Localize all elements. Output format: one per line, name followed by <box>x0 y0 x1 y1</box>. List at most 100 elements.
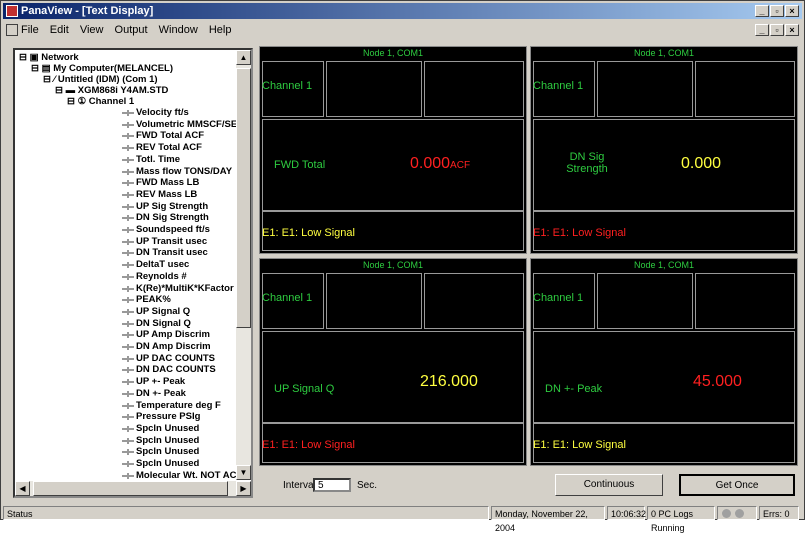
empty-box <box>695 61 795 117</box>
mdi-close-button[interactable]: × <box>785 24 799 36</box>
continuous-button[interactable]: Continuous <box>555 474 663 496</box>
meter-icon: ⊟ ▬ <box>55 85 78 96</box>
tree-item[interactable]: UP Transit usec <box>136 236 207 247</box>
tree-item[interactable]: DN Signal Q <box>136 318 191 329</box>
menu-file[interactable]: File <box>21 24 39 36</box>
panel-header: Node 1, COM1 <box>362 48 424 58</box>
restore-button[interactable]: ▫ <box>770 5 784 17</box>
tree-item[interactable]: Volumetric MMSCF/SE <box>136 119 237 130</box>
tree-item[interactable]: Spcln Unused <box>136 423 199 434</box>
tree-computer[interactable]: ⊟ ▤ My Computer(MELANCEL) <box>31 63 173 74</box>
tree-item[interactable]: DN Sig Strength <box>136 212 209 223</box>
tree-node-icon <box>122 297 134 304</box>
scroll-thumb[interactable] <box>236 68 251 328</box>
display-panel-1[interactable]: Node 1, COM1 Channel 1 FWD Total 0.000ACF E1… <box>259 46 527 254</box>
tree-item[interactable]: Pressure PSIg <box>136 411 200 422</box>
menu-help[interactable]: Help <box>209 24 232 36</box>
measurement-label: DN Sig Strength <box>566 151 608 175</box>
empty-box <box>597 273 693 329</box>
control-bar: Interval: 5 Sec. Continuous Get Once <box>259 469 800 503</box>
tree-node-icon <box>122 121 134 128</box>
tree-item[interactable]: DeltaT usec <box>136 259 189 270</box>
measurement-box <box>533 331 795 423</box>
status-indicators <box>717 506 757 520</box>
tree-node-icon <box>122 367 134 374</box>
error-message: E1: E1: Low Signal <box>262 439 355 451</box>
tree-node-icon <box>122 344 134 350</box>
tree-node-icon <box>122 168 134 175</box>
tree-node-icon <box>122 215 134 222</box>
get-once-button[interactable]: Get Once <box>679 474 795 496</box>
tree-item[interactable]: UP Sig Strength <box>136 201 208 212</box>
tree-item[interactable]: UP Amp Discrim <box>136 329 210 340</box>
tree-node-icon <box>122 425 134 432</box>
tree-item[interactable]: Molecular Wt. NOT AC <box>136 470 236 481</box>
tree-item[interactable]: DN Transit usec <box>136 247 208 258</box>
scroll-down-arrow-icon[interactable]: ▼ <box>236 465 251 480</box>
tree-node-icon <box>122 180 134 187</box>
tree-network[interactable]: ⊟ ▣ Network <box>19 52 79 63</box>
scroll-left-arrow-icon[interactable]: ◀ <box>15 481 30 496</box>
tree-channel[interactable]: ⊟ ① Channel 1 <box>67 96 134 107</box>
tree-node-icon <box>122 156 134 163</box>
measurement-value: 216.000 <box>420 373 478 390</box>
tree-item[interactable]: Totl. Time <box>136 154 180 165</box>
tree-item[interactable]: REV Mass LB <box>136 189 197 200</box>
tree-node-icon <box>122 308 134 315</box>
menu-output[interactable]: Output <box>115 24 148 36</box>
tree-item[interactable]: FWD Mass LB <box>136 177 199 188</box>
empty-box <box>326 273 422 329</box>
tree-item[interactable]: DN +- Peak <box>136 388 186 399</box>
document-icon[interactable] <box>6 24 18 36</box>
tree-node-icon <box>122 461 134 467</box>
tree-item[interactable]: DN DAC COUNTS <box>136 364 216 375</box>
tree-item[interactable]: Soundspeed ft/s <box>136 224 210 235</box>
tree-item[interactable]: Mass flow TONS/DAY <box>136 166 232 177</box>
menu-window[interactable]: Window <box>159 24 198 36</box>
tree-item[interactable]: DN Amp Discrim <box>136 341 211 352</box>
hscroll-thumb[interactable] <box>33 481 228 496</box>
minimize-button[interactable]: _ <box>755 5 769 17</box>
mdi-restore-button[interactable]: ▫ <box>770 24 784 36</box>
tree-item[interactable]: Temperature deg F <box>136 400 221 411</box>
scroll-up-arrow-icon[interactable]: ▲ <box>236 50 251 65</box>
tree-item[interactable]: UP Signal Q <box>136 306 190 317</box>
tree-item[interactable]: K(Re)*MultiK*KFactor <box>136 283 234 294</box>
panel-header: Node 1, COM1 <box>362 260 424 270</box>
horizontal-scrollbar[interactable]: ◀ ▶ <box>15 481 251 496</box>
tree-node-icon <box>122 133 134 140</box>
tree-item[interactable]: Spcln Unused <box>136 458 199 469</box>
empty-box <box>326 61 422 117</box>
menu-edit[interactable]: Edit <box>50 24 69 36</box>
close-button[interactable]: × <box>785 5 799 17</box>
tree-item[interactable]: Spcln Unused <box>136 446 199 457</box>
tree-meter[interactable]: ⊟ ▬ XGM868i Y4AM.STD <box>55 85 168 96</box>
tree-item[interactable]: Velocity ft/s <box>136 107 189 118</box>
menu-view[interactable]: View <box>80 24 104 36</box>
scroll-right-arrow-icon[interactable]: ▶ <box>236 481 251 496</box>
tree-item[interactable]: PEAK% <box>136 294 171 305</box>
display-panel-4[interactable]: Node 1, COM1 Channel 1 DN +- Peak 45.000 E1:… <box>530 258 798 466</box>
tree-untitled[interactable]: ⊟ ⁄ Untitled (IDM) (Com 1) <box>43 74 158 85</box>
tree-node-icon <box>122 355 134 362</box>
vertical-scrollbar[interactable]: ▲ ▼ <box>236 50 251 480</box>
empty-box <box>424 273 524 329</box>
display-panel-2[interactable]: Node 1, COM1 Channel 1 DN Sig Strength 0.00… <box>530 46 798 254</box>
error-message: E1: E1: Low Signal <box>262 227 355 239</box>
measurement-label: UP Signal Q <box>274 383 335 395</box>
tree-node-icon <box>122 273 134 280</box>
tree-item[interactable]: UP DAC COUNTS <box>136 353 215 364</box>
mdi-minimize-button[interactable]: _ <box>755 24 769 36</box>
window-title: PanaView - [Text Display] <box>21 5 154 17</box>
tree-item[interactable]: Spcln Unused <box>136 435 199 446</box>
channel-label: Channel 1 <box>262 292 313 304</box>
tree-node-icon <box>122 320 134 327</box>
display-panel-3[interactable]: Node 1, COM1 Channel 1 UP Signal Q 216.000 E… <box>259 258 527 466</box>
tree-node-icon <box>122 379 134 386</box>
tree-item[interactable]: REV Total ACF <box>136 142 202 153</box>
tree-item[interactable]: Reynolds # <box>136 271 187 282</box>
interval-input[interactable]: 5 <box>313 478 351 492</box>
tree-item[interactable]: UP +- Peak <box>136 376 185 387</box>
tree-item[interactable]: FWD Total ACF <box>136 130 204 141</box>
title-bar[interactable]: PanaView - [Text Display] _ ▫ × <box>3 3 802 19</box>
